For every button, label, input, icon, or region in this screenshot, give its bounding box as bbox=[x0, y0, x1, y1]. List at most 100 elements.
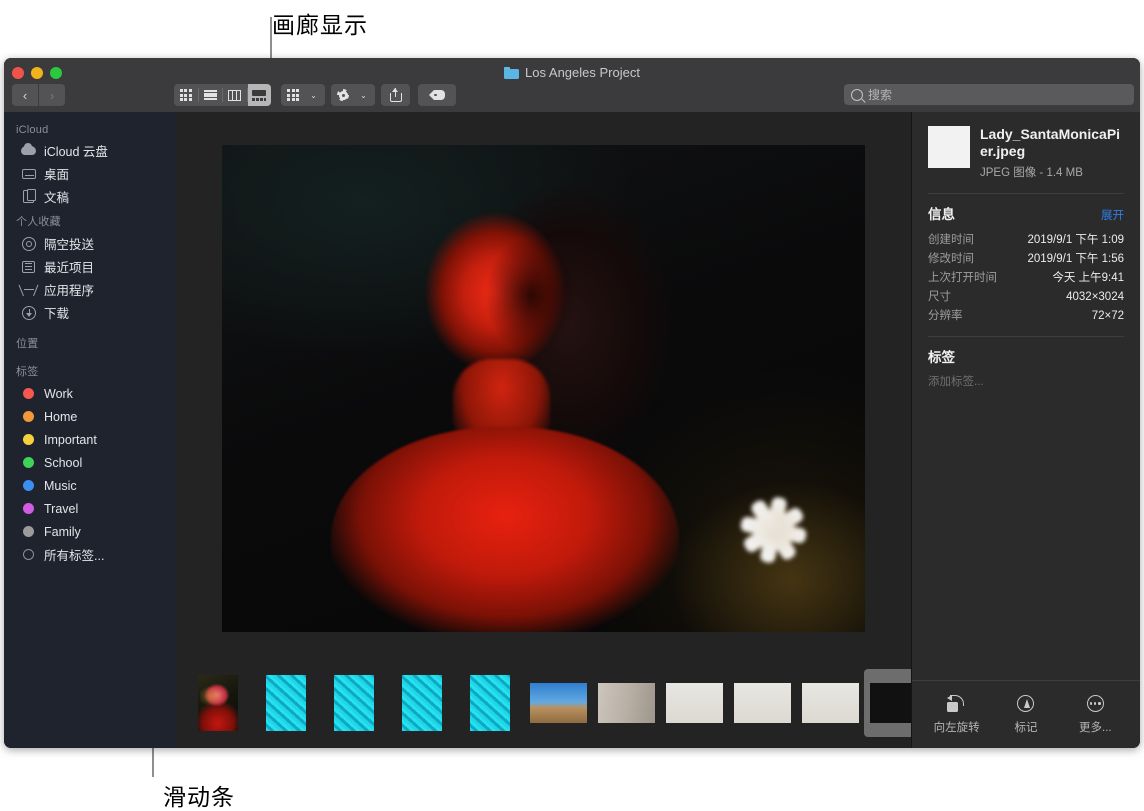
window-body: iCloud iCloud 云盘 桌面 文稿 个人收藏 隔空投送 最近项目 应用… bbox=[4, 112, 1140, 748]
info-key: 创建时间 bbox=[928, 233, 974, 246]
screenshot-root: 画廊显示 滑动条 Los Angeles Project ‹ › ⌄ ⌄ 搜索 … bbox=[0, 0, 1144, 811]
search-field[interactable]: 搜索 bbox=[844, 84, 1134, 105]
markup-action[interactable]: 标记 bbox=[995, 694, 1057, 735]
tags-section-header: 标签 bbox=[928, 346, 1124, 366]
sidebar-item-label: Home bbox=[44, 409, 78, 424]
sidebar-item-tag-school[interactable]: School bbox=[4, 451, 176, 474]
sidebar-item-tag-important[interactable]: Important bbox=[4, 428, 176, 451]
info-panel: Lady_SantaMonicaPier.jpeg JPEG 图像 - 1.4 … bbox=[911, 112, 1140, 748]
file-header: Lady_SantaMonicaPier.jpeg JPEG 图像 - 1.4 … bbox=[928, 126, 1124, 180]
downloads-icon bbox=[21, 305, 36, 320]
sidebar-item-label: Important bbox=[44, 432, 97, 447]
sidebar-item-tag-work[interactable]: Work bbox=[4, 382, 176, 405]
share-group bbox=[381, 84, 410, 106]
thumbnail bbox=[869, 683, 911, 723]
filmstrip-item-selected[interactable] bbox=[864, 669, 911, 737]
chevron-down-icon[interactable]: ⌄ bbox=[305, 84, 322, 106]
sidebar-item-all-tags[interactable]: 所有标签... bbox=[4, 543, 176, 566]
view-mode-group bbox=[174, 84, 271, 106]
gallery-view-button[interactable] bbox=[247, 84, 271, 106]
filmstrip-item[interactable] bbox=[456, 669, 524, 737]
sidebar-item-label: Family bbox=[44, 524, 81, 539]
group-by-button[interactable] bbox=[281, 84, 305, 106]
expand-link[interactable]: 展开 bbox=[1101, 207, 1124, 223]
info-rows: 创建时间 2019/9/1 下午 1:09 修改时间 2019/9/1 下午 1… bbox=[928, 231, 1124, 323]
filmstrip-item[interactable] bbox=[388, 669, 456, 737]
filmstrip-item[interactable] bbox=[524, 669, 592, 737]
annotation-scrubber: 滑动条 bbox=[163, 784, 235, 810]
thumbnail bbox=[665, 683, 723, 723]
action-label: 标记 bbox=[1014, 722, 1038, 734]
file-name: Lady_SantaMonicaPier.jpeg bbox=[980, 126, 1121, 159]
info-key: 分辨率 bbox=[928, 309, 963, 322]
sidebar-item-documents[interactable]: 文稿 bbox=[4, 185, 176, 208]
chevron-down-icon[interactable]: ⌄ bbox=[355, 84, 372, 106]
sidebar-item-tag-travel[interactable]: Travel bbox=[4, 497, 176, 520]
sidebar-item-airdrop[interactable]: 隔空投送 bbox=[4, 232, 176, 255]
tag-group bbox=[418, 84, 456, 106]
tag-dot-icon bbox=[21, 478, 36, 493]
navigation-buttons: ‹ › bbox=[12, 84, 65, 106]
zoom-button[interactable] bbox=[50, 67, 62, 79]
sidebar-item-tag-home[interactable]: Home bbox=[4, 405, 176, 428]
info-panel-content: Lady_SantaMonicaPier.jpeg JPEG 图像 - 1.4 … bbox=[912, 112, 1140, 680]
filmstrip-item[interactable] bbox=[592, 669, 660, 737]
filmstrip-item[interactable] bbox=[252, 669, 320, 737]
applications-icon bbox=[21, 282, 36, 297]
filmstrip-item[interactable] bbox=[184, 669, 252, 737]
sidebar-section-locations: 位置 bbox=[16, 338, 39, 350]
sidebar-item-icloud-drive[interactable]: iCloud 云盘 bbox=[4, 139, 176, 162]
filmstrip-item[interactable] bbox=[796, 669, 864, 737]
sidebar-item-label: 最近项目 bbox=[44, 261, 95, 275]
more-action[interactable]: 更多... bbox=[1064, 694, 1126, 735]
gallery-icon bbox=[252, 89, 267, 101]
sidebar[interactable]: iCloud iCloud 云盘 桌面 文稿 个人收藏 隔空投送 最近项目 应用… bbox=[4, 112, 176, 748]
cloud-icon bbox=[21, 142, 36, 158]
info-row: 上次打开时间 今天 上午9:41 bbox=[928, 269, 1124, 285]
info-value: 2019/9/1 下午 1:56 bbox=[1027, 252, 1124, 265]
close-button[interactable] bbox=[12, 67, 24, 79]
tag-dot-icon bbox=[21, 432, 36, 447]
list-view-button[interactable] bbox=[199, 84, 223, 106]
desktop-icon bbox=[21, 166, 36, 181]
back-button[interactable]: ‹ bbox=[12, 84, 38, 106]
sidebar-section-tags: 标签 bbox=[16, 366, 39, 378]
airdrop-icon bbox=[21, 236, 36, 251]
info-section-title: 信息 bbox=[928, 206, 955, 222]
photo-star-flower bbox=[701, 457, 846, 602]
filmstrip-item[interactable] bbox=[320, 669, 388, 737]
sidebar-item-label: School bbox=[44, 455, 83, 470]
gear-icon bbox=[336, 88, 350, 102]
filmstrip-item[interactable] bbox=[728, 669, 796, 737]
divider bbox=[928, 192, 1124, 194]
sidebar-item-label: 文稿 bbox=[44, 191, 70, 205]
sidebar-item-desktop[interactable]: 桌面 bbox=[4, 162, 176, 185]
list-icon bbox=[203, 90, 217, 100]
info-row: 修改时间 2019/9/1 下午 1:56 bbox=[928, 250, 1124, 266]
add-tags-input[interactable]: 添加标签... bbox=[928, 373, 1124, 389]
photo-shirt bbox=[331, 426, 679, 632]
forward-button[interactable]: › bbox=[39, 84, 65, 106]
icon-view-button[interactable] bbox=[174, 84, 198, 106]
thumbnail bbox=[470, 675, 510, 731]
action-label: 向左旋转 bbox=[933, 722, 980, 734]
info-key: 尺寸 bbox=[928, 290, 951, 303]
sidebar-item-label: Work bbox=[44, 386, 73, 401]
share-button[interactable] bbox=[381, 84, 410, 106]
sidebar-section-favorites: 个人收藏 bbox=[16, 216, 61, 228]
file-metadata: Lady_SantaMonicaPier.jpeg JPEG 图像 - 1.4 … bbox=[980, 126, 1124, 180]
preview-image[interactable] bbox=[222, 144, 865, 632]
sidebar-item-downloads[interactable]: 下载 bbox=[4, 301, 176, 324]
filmstrip-scrubber[interactable] bbox=[176, 664, 911, 748]
sidebar-item-recents[interactable]: 最近项目 bbox=[4, 255, 176, 278]
minimize-button[interactable] bbox=[31, 67, 43, 79]
rotate-left-action[interactable]: 向左旋转 bbox=[926, 694, 988, 735]
action-button[interactable] bbox=[331, 84, 355, 106]
column-view-button[interactable] bbox=[223, 84, 247, 106]
sidebar-item-tag-music[interactable]: Music bbox=[4, 474, 176, 497]
grid-icon bbox=[179, 89, 192, 101]
tag-button[interactable] bbox=[418, 84, 456, 106]
sidebar-item-tag-family[interactable]: Family bbox=[4, 520, 176, 543]
sidebar-item-applications[interactable]: 应用程序 bbox=[4, 278, 176, 301]
filmstrip-item[interactable] bbox=[660, 669, 728, 737]
